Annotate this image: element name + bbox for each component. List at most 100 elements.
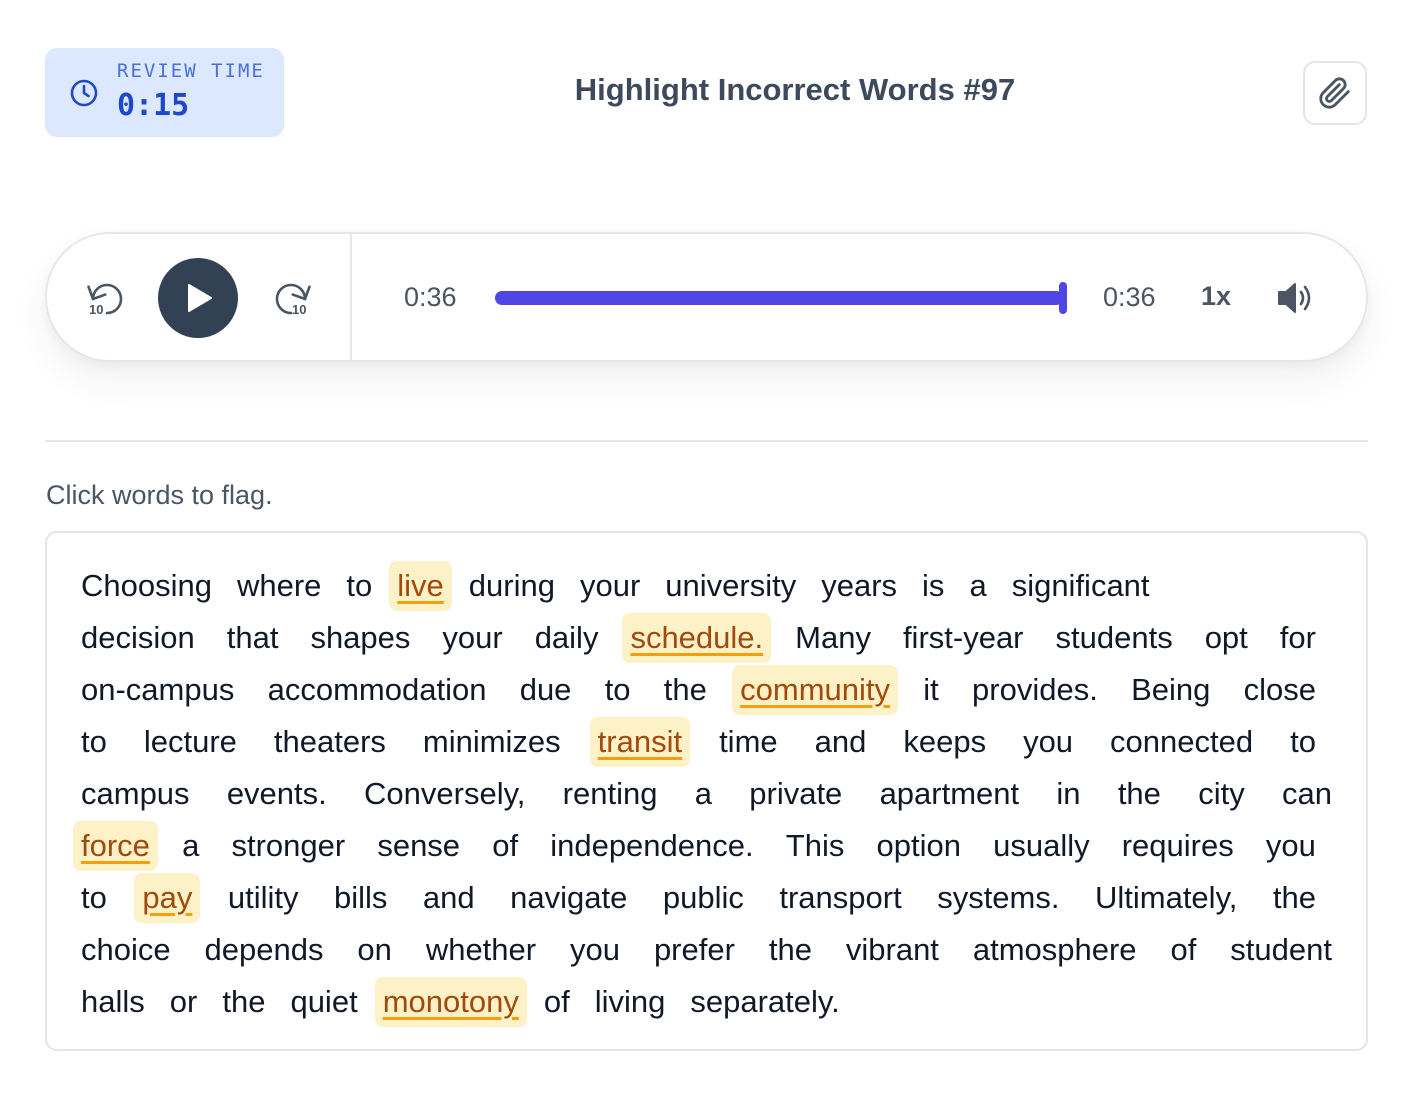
flagged-word[interactable]: force: [73, 821, 158, 871]
word[interactable]: to: [81, 717, 107, 767]
word[interactable]: close: [1244, 665, 1316, 715]
word[interactable]: separately.: [690, 977, 839, 1027]
word[interactable]: for: [1280, 613, 1316, 663]
word[interactable]: choice: [81, 925, 171, 975]
word[interactable]: a: [695, 769, 712, 819]
word[interactable]: of: [1170, 925, 1196, 975]
word[interactable]: to: [605, 665, 631, 715]
word[interactable]: students: [1056, 613, 1173, 663]
word[interactable]: stronger: [231, 821, 345, 871]
flagged-word[interactable]: transit: [589, 717, 691, 767]
word[interactable]: to: [346, 561, 372, 611]
flagged-word[interactable]: schedule.: [622, 613, 772, 663]
word[interactable]: of: [492, 821, 518, 871]
word[interactable]: it: [923, 665, 939, 715]
word[interactable]: Being: [1131, 665, 1210, 715]
word[interactable]: independence.: [550, 821, 753, 871]
word[interactable]: the: [769, 925, 812, 975]
word[interactable]: This: [786, 821, 845, 871]
volume-icon[interactable]: [1275, 278, 1317, 318]
word[interactable]: university: [665, 561, 796, 611]
word[interactable]: the: [664, 665, 707, 715]
word[interactable]: time: [719, 717, 778, 767]
word[interactable]: whether: [426, 925, 536, 975]
word[interactable]: connected: [1110, 717, 1253, 767]
word[interactable]: halls: [81, 977, 145, 1027]
word[interactable]: to: [81, 873, 107, 923]
word[interactable]: decision: [81, 613, 195, 663]
playback-speed-button[interactable]: 1x: [1201, 281, 1231, 312]
word[interactable]: keeps: [903, 717, 986, 767]
word[interactable]: daily: [535, 613, 599, 663]
progress-bar[interactable]: [495, 282, 1067, 314]
word[interactable]: a: [182, 821, 199, 871]
word[interactable]: usually: [993, 821, 1090, 871]
word[interactable]: accommodation: [268, 665, 487, 715]
word[interactable]: bills: [334, 873, 387, 923]
word[interactable]: on: [357, 925, 391, 975]
word[interactable]: shapes: [310, 613, 410, 663]
word[interactable]: apartment: [880, 769, 1020, 819]
word[interactable]: renting: [563, 769, 658, 819]
word[interactable]: navigate: [510, 873, 627, 923]
word[interactable]: the: [1273, 873, 1316, 923]
word[interactable]: can: [1282, 769, 1332, 819]
word[interactable]: Ultimately,: [1095, 873, 1237, 923]
word[interactable]: you: [1266, 821, 1316, 871]
word[interactable]: in: [1056, 769, 1080, 819]
word[interactable]: campus: [81, 769, 190, 819]
attach-button[interactable]: [1303, 61, 1367, 125]
word[interactable]: Conversely,: [364, 769, 525, 819]
word[interactable]: is: [922, 561, 944, 611]
word[interactable]: atmosphere: [973, 925, 1137, 975]
word[interactable]: you: [1023, 717, 1073, 767]
word[interactable]: to: [1290, 717, 1316, 767]
word[interactable]: years: [821, 561, 897, 611]
word[interactable]: depends: [205, 925, 324, 975]
word[interactable]: and: [815, 717, 867, 767]
play-button[interactable]: [158, 258, 238, 338]
word[interactable]: significant: [1012, 561, 1150, 611]
word[interactable]: private: [749, 769, 842, 819]
progress-handle[interactable]: [1059, 282, 1067, 314]
word[interactable]: and: [423, 873, 475, 923]
word[interactable]: requires: [1122, 821, 1234, 871]
word[interactable]: a: [969, 561, 986, 611]
word[interactable]: Many: [795, 613, 871, 663]
word[interactable]: the: [1118, 769, 1161, 819]
word[interactable]: or: [170, 977, 198, 1027]
word[interactable]: quiet: [290, 977, 357, 1027]
word[interactable]: during: [469, 561, 555, 611]
word[interactable]: lecture: [144, 717, 237, 767]
word[interactable]: where: [237, 561, 321, 611]
word[interactable]: minimizes: [423, 717, 561, 767]
word[interactable]: vibrant: [846, 925, 939, 975]
word[interactable]: you: [570, 925, 620, 975]
rewind-10-icon[interactable]: 10: [83, 277, 129, 323]
flagged-word[interactable]: pay: [134, 873, 201, 923]
word[interactable]: Choosing: [81, 561, 212, 611]
word[interactable]: transport: [779, 873, 901, 923]
word[interactable]: your: [442, 613, 502, 663]
word[interactable]: systems.: [937, 873, 1059, 923]
word[interactable]: utility: [228, 873, 299, 923]
word[interactable]: your: [580, 561, 640, 611]
flagged-word[interactable]: live: [389, 561, 452, 611]
word[interactable]: due: [520, 665, 572, 715]
flagged-word[interactable]: community: [732, 665, 899, 715]
forward-10-icon[interactable]: 10: [269, 277, 315, 323]
word[interactable]: student: [1230, 925, 1332, 975]
word[interactable]: opt: [1205, 613, 1248, 663]
word[interactable]: living: [595, 977, 666, 1027]
word[interactable]: sense: [377, 821, 460, 871]
word[interactable]: events.: [227, 769, 327, 819]
word[interactable]: provides.: [972, 665, 1098, 715]
word[interactable]: theaters: [274, 717, 386, 767]
word[interactable]: of: [544, 977, 570, 1027]
word[interactable]: option: [876, 821, 960, 871]
word[interactable]: first-year: [903, 613, 1024, 663]
word[interactable]: public: [663, 873, 744, 923]
flagged-word[interactable]: monotony: [374, 977, 527, 1027]
word[interactable]: that: [227, 613, 279, 663]
word[interactable]: on-campus: [81, 665, 234, 715]
